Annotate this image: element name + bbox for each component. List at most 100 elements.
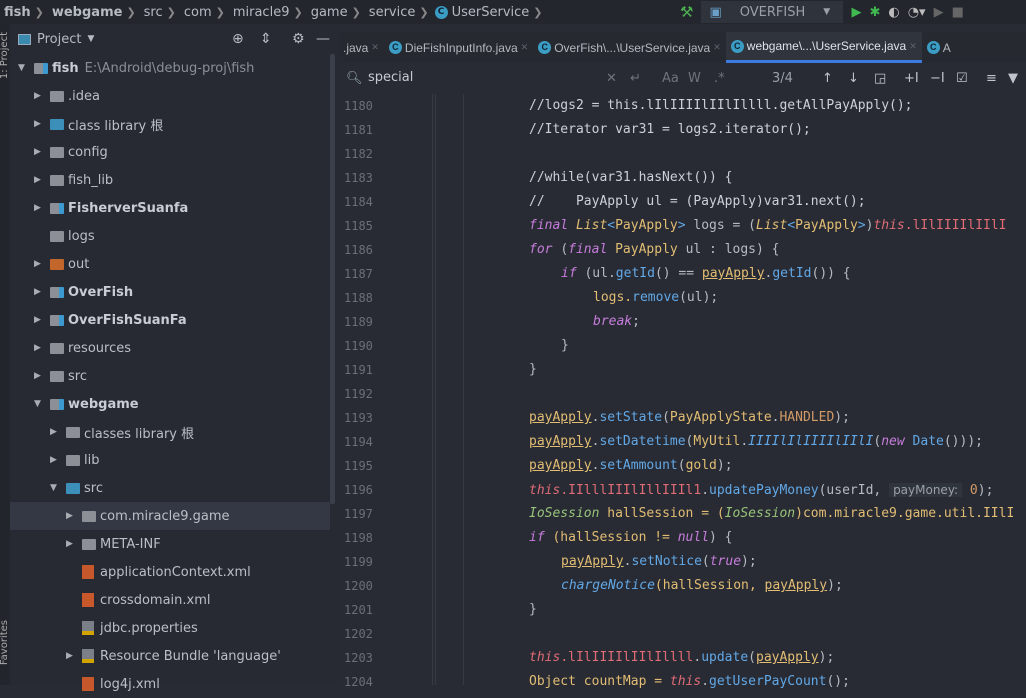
- project-tool-window-button[interactable]: 1: Project: [0, 32, 10, 79]
- run-configuration-select[interactable]: ▣ OVERFISH ▼: [701, 1, 844, 23]
- run-icon[interactable]: ▶: [851, 5, 861, 20]
- code-editor[interactable]: 1180 //logs2 = this.lIlIIIIlIIlIllll.getA…: [338, 94, 1026, 689]
- arrow-down-icon[interactable]: ↓: [848, 71, 859, 86]
- tree-item[interactable]: ▶ class library 根: [10, 110, 330, 138]
- line-number: 1203: [344, 651, 373, 665]
- breadcrumb-item[interactable]: miracle9: [229, 5, 290, 20]
- tree-item[interactable]: ▶ classes library 根: [10, 418, 330, 446]
- line-number: 1201: [344, 603, 373, 617]
- find-in-window-icon[interactable]: ◲: [874, 71, 886, 86]
- tree-item[interactable]: ▶ Resource Bundle 'language': [10, 642, 330, 670]
- breadcrumb-item[interactable]: game: [307, 5, 348, 20]
- add-occurrence-icon[interactable]: +Ι: [904, 71, 919, 86]
- breadcrumb-item[interactable]: service: [365, 5, 416, 20]
- coverage-icon[interactable]: ◐: [888, 5, 899, 20]
- favorites-tool-window-button[interactable]: Favorites: [0, 620, 10, 665]
- collapsed-arrow-icon[interactable]: ▶: [34, 91, 46, 101]
- tree-item[interactable]: ▶ out: [10, 250, 330, 278]
- tree-item[interactable]: ▶ resources: [10, 334, 330, 362]
- tree-item[interactable]: ▶ META-INF: [10, 530, 330, 558]
- collapsed-arrow-icon[interactable]: ▶: [34, 119, 46, 129]
- tree-item[interactable]: ▶ src: [10, 362, 330, 390]
- code-line: 1192: [338, 382, 1026, 406]
- newline-icon[interactable]: ↵: [630, 71, 641, 86]
- collapsed-arrow-icon[interactable]: ▶: [34, 343, 46, 353]
- tree-item[interactable]: ▼ webgame: [10, 390, 330, 418]
- filter-icon[interactable]: ▼: [1008, 71, 1018, 86]
- close-icon[interactable]: ✕: [713, 42, 721, 53]
- collapsed-arrow-icon[interactable]: ▶: [66, 539, 78, 549]
- tree-item[interactable]: ▼ fish E:\Android\debug-proj\fish: [10, 54, 330, 82]
- remove-occurrence-icon[interactable]: −Ι: [930, 71, 945, 86]
- project-view-selector[interactable]: Project: [37, 32, 81, 47]
- clear-icon[interactable]: ✕: [606, 71, 617, 86]
- tree-item[interactable]: ▶ com.miracle9.game: [10, 502, 330, 530]
- collapsed-arrow-icon[interactable]: ▶: [34, 175, 46, 185]
- search-icon[interactable]: 🔍︎: [346, 71, 363, 86]
- code-token: chargeNotice: [561, 578, 655, 593]
- collapsed-arrow-icon[interactable]: ▶: [34, 259, 46, 269]
- tree-item[interactable]: logs: [10, 222, 330, 250]
- chevron-down-icon[interactable]: ▼: [87, 34, 94, 44]
- tree-item[interactable]: ▶ FisherverSuanfa: [10, 194, 330, 222]
- expanded-arrow-icon[interactable]: ▼: [34, 399, 46, 409]
- locate-crosshair-icon[interactable]: ⊕: [232, 31, 244, 47]
- select-all-occurrences-icon[interactable]: ☑: [956, 71, 968, 86]
- whole-words-toggle[interactable]: W: [688, 71, 701, 86]
- arrow-up-icon[interactable]: ↑: [822, 71, 833, 86]
- match-case-toggle[interactable]: Aa: [662, 71, 679, 86]
- close-icon[interactable]: ✕: [371, 42, 379, 53]
- code-token: List: [575, 218, 608, 233]
- profile-icon[interactable]: ◔▾: [908, 5, 926, 20]
- collapsed-arrow-icon[interactable]: ▶: [50, 427, 62, 437]
- code-line: 1202: [338, 622, 1026, 646]
- regex-toggle[interactable]: .*: [714, 71, 725, 86]
- tree-item[interactable]: jdbc.properties: [10, 614, 330, 642]
- collapsed-arrow-icon[interactable]: ▶: [50, 455, 62, 465]
- tree-item[interactable]: applicationContext.xml: [10, 558, 330, 586]
- tree-item[interactable]: ▶ .idea: [10, 82, 330, 110]
- close-icon[interactable]: ✕: [909, 41, 917, 52]
- collapsed-arrow-icon[interactable]: ▶: [34, 147, 46, 157]
- module-folder-icon: [34, 62, 48, 74]
- editor-tab[interactable]: C DieFishInputInfo.java ✕: [384, 32, 533, 63]
- debug-bug-icon[interactable]: ✱: [869, 5, 880, 20]
- collapsed-arrow-icon[interactable]: ▶: [66, 651, 78, 661]
- editor-tab[interactable]: C OverFish\...\UserService.java ✕: [533, 32, 726, 63]
- breadcrumb-item[interactable]: fish: [0, 5, 31, 20]
- collapsed-arrow-icon[interactable]: ▶: [34, 203, 46, 213]
- tree-item[interactable]: ▶ lib: [10, 446, 330, 474]
- breadcrumb-item[interactable]: com: [180, 5, 212, 20]
- tree-scrollbar[interactable]: [330, 54, 335, 504]
- code-token: payApply: [764, 578, 828, 593]
- close-icon[interactable]: ✕: [521, 42, 529, 53]
- code-token: () ==: [654, 266, 702, 281]
- collapsed-arrow-icon[interactable]: ▶: [34, 371, 46, 381]
- code-token: .: [740, 434, 749, 449]
- collapsed-arrow-icon[interactable]: ▶: [34, 287, 46, 297]
- tree-item[interactable]: ▶ fish_lib: [10, 166, 330, 194]
- tree-item[interactable]: ▶ OverFishSuanFa: [10, 306, 330, 334]
- hide-minus-icon[interactable]: —: [316, 31, 330, 47]
- collapsed-arrow-icon[interactable]: ▶: [66, 511, 78, 521]
- code-token: final: [529, 218, 576, 233]
- tree-item[interactable]: ▶ OverFish: [10, 278, 330, 306]
- tree-item[interactable]: ▶ config: [10, 138, 330, 166]
- breadcrumb-item[interactable]: UserService: [448, 5, 530, 20]
- breadcrumb-item[interactable]: src: [140, 5, 163, 20]
- gear-icon[interactable]: ⚙: [292, 31, 305, 47]
- search-input[interactable]: [368, 70, 598, 85]
- collapse-all-icon[interactable]: ⇕: [260, 31, 272, 47]
- filter-settings-icon[interactable]: ≡: [986, 71, 997, 86]
- editor-tab[interactable]: CA: [922, 32, 956, 63]
- editor-tab[interactable]: .java ✕: [338, 32, 384, 63]
- expanded-arrow-icon[interactable]: ▼: [18, 63, 30, 73]
- collapsed-arrow-icon[interactable]: ▶: [34, 315, 46, 325]
- breadcrumb-item[interactable]: webgame: [48, 5, 123, 20]
- build-hammer-icon[interactable]: ⚒: [680, 3, 693, 21]
- tree-item[interactable]: ▼ src: [10, 474, 330, 502]
- tree-item[interactable]: log4j.xml: [10, 670, 330, 698]
- editor-tab[interactable]: Cwebgame\...\UserService.java ✕: [725, 32, 922, 63]
- tree-item[interactable]: crossdomain.xml: [10, 586, 330, 614]
- expanded-arrow-icon[interactable]: ▼: [50, 483, 62, 493]
